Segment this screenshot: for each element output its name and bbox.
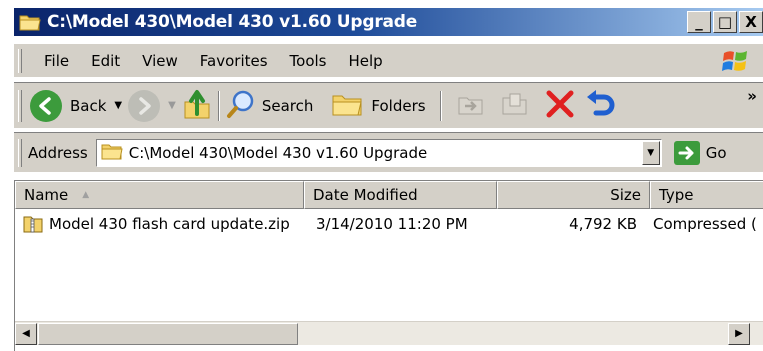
up-folder-icon: [182, 88, 212, 124]
address-field[interactable]: C:\Model 430\Model 430 v1.60 Upgrade ▼: [95, 138, 662, 167]
forward-dropdown-icon[interactable]: ▼: [168, 100, 176, 111]
menu-tools[interactable]: Tools: [290, 52, 327, 70]
move-to-button[interactable]: [456, 88, 486, 124]
toolbar-separator: [217, 90, 220, 121]
toolbar-separator: [439, 90, 442, 121]
sort-ascending-icon: ▲: [82, 190, 90, 200]
windows-logo-icon: [721, 48, 749, 74]
folders-label: Folders: [371, 96, 426, 115]
minimize-button[interactable]: _: [687, 11, 711, 33]
column-header-type[interactable]: Type: [650, 181, 763, 209]
back-arrow-icon: [30, 89, 62, 122]
folder-icon: [19, 13, 41, 31]
maximize-button[interactable]: □: [713, 11, 737, 33]
back-button[interactable]: Back ▼: [30, 88, 128, 124]
menu-help[interactable]: Help: [349, 52, 383, 70]
forward-arrow-icon: [128, 89, 161, 122]
file-row[interactable]: Model 430 flash card update.zip 3/14/201…: [15, 213, 763, 235]
up-button[interactable]: [182, 88, 212, 124]
file-type: Compressed (: [653, 215, 757, 233]
menu-grip[interactable]: [18, 48, 22, 73]
close-button[interactable]: X: [739, 11, 763, 33]
delete-icon: [544, 89, 576, 123]
delete-button[interactable]: [544, 88, 576, 124]
folders-icon: [331, 90, 363, 122]
copy-to-icon: [500, 90, 530, 122]
menu-view[interactable]: View: [142, 52, 178, 70]
menu-edit[interactable]: Edit: [91, 52, 120, 70]
search-icon: [226, 89, 256, 123]
zip-file-icon: [23, 215, 43, 233]
address-label: Address: [28, 143, 88, 162]
search-label: Search: [261, 96, 314, 115]
go-label: Go: [705, 143, 727, 162]
address-dropdown-button[interactable]: ▼: [641, 140, 660, 165]
copy-to-button[interactable]: [500, 88, 530, 124]
scrollbar-thumb[interactable]: [38, 322, 298, 345]
column-headers: Name ▲ Date Modified Size Type: [15, 181, 763, 209]
go-arrow-icon: [673, 140, 700, 165]
column-header-name[interactable]: Name ▲: [15, 181, 304, 209]
back-label: Back: [70, 96, 107, 115]
menu-favorites[interactable]: Favorites: [200, 52, 268, 70]
folders-button[interactable]: Folders: [331, 88, 426, 124]
file-name[interactable]: Model 430 flash card update.zip: [49, 215, 310, 233]
folder-icon: [101, 142, 123, 164]
file-date-modified: 3/14/2010 11:20 PM: [316, 215, 468, 233]
standard-toolbar: Back ▼ ▼ Search Folders »: [14, 82, 763, 128]
undo-icon: [584, 89, 618, 123]
menu-file[interactable]: File: [44, 52, 69, 70]
search-button[interactable]: Search: [226, 88, 314, 124]
file-size: 4,792 KB: [569, 215, 637, 233]
column-header-size[interactable]: Size: [497, 181, 650, 209]
scroll-right-button[interactable]: ▶: [728, 322, 750, 345]
address-value[interactable]: C:\Model 430\Model 430 v1.60 Upgrade: [129, 144, 427, 162]
undo-button[interactable]: [584, 88, 618, 124]
back-dropdown-icon[interactable]: ▼: [114, 100, 122, 111]
address-grip[interactable]: [18, 138, 22, 167]
move-to-icon: [456, 90, 486, 122]
toolbar-overflow-chevron[interactable]: »: [747, 87, 757, 105]
file-list-view[interactable]: Name ▲ Date Modified Size Type Model 430…: [14, 180, 763, 351]
menu-bar: File Edit View Favorites Tools Help: [14, 44, 763, 78]
title-bar[interactable]: C:\Model 430\Model 430 v1.60 Upgrade _ □…: [14, 8, 763, 36]
toolbar-grip[interactable]: [18, 89, 22, 122]
window-title: C:\Model 430\Model 430 v1.60 Upgrade: [47, 12, 418, 32]
go-button[interactable]: Go: [673, 140, 727, 165]
scroll-left-button[interactable]: ◀: [15, 322, 37, 345]
address-bar: Address C:\Model 430\Model 430 v1.60 Upg…: [14, 132, 763, 172]
column-header-date-modified[interactable]: Date Modified: [304, 181, 497, 209]
horizontal-scrollbar[interactable]: ◀ ▶: [15, 321, 763, 345]
forward-button[interactable]: ▼: [128, 88, 182, 124]
